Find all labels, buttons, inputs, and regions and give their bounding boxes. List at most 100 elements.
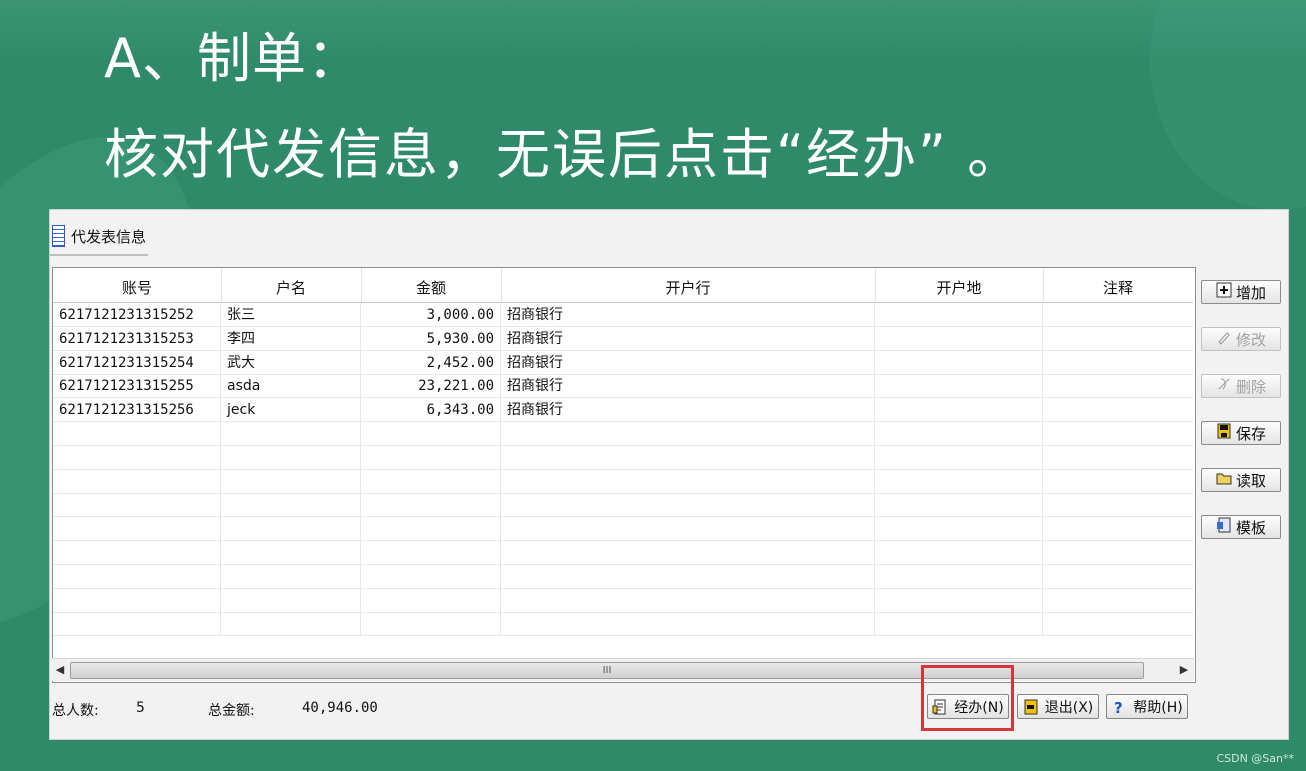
cell-note[interactable] xyxy=(1043,422,1193,445)
cell-bank[interactable]: 招商银行 xyxy=(501,326,875,350)
cell-location[interactable] xyxy=(875,493,1043,517)
cell-location[interactable] xyxy=(875,541,1043,564)
cell-amount[interactable] xyxy=(361,588,501,612)
cell-amount[interactable] xyxy=(361,422,501,445)
cell-location[interactable] xyxy=(875,398,1043,422)
cell-account[interactable] xyxy=(53,493,221,517)
cell-amount[interactable]: 5,930.00 xyxy=(361,326,501,350)
cell-account[interactable] xyxy=(53,612,221,636)
table-row[interactable]: 6217121231315255 asda 23,221.00 招商银行 xyxy=(53,374,1193,399)
cell-account[interactable] xyxy=(53,422,221,445)
empty-table-row[interactable] xyxy=(53,422,1193,446)
cell-amount[interactable]: 2,452.00 xyxy=(361,350,501,374)
cell-location[interactable] xyxy=(875,374,1043,398)
cell-bank[interactable] xyxy=(501,469,875,493)
table-row[interactable]: 6217121231315256 jeck 6,343.00 招商银行 xyxy=(53,398,1193,423)
cell-account[interactable] xyxy=(53,469,221,493)
table-row[interactable]: 6217121231315252 张三 3,000.00 招商银行 xyxy=(53,303,1193,327)
cell-location[interactable] xyxy=(875,422,1043,445)
cell-amount[interactable] xyxy=(361,517,501,541)
cell-account[interactable] xyxy=(53,564,221,588)
add-button[interactable]: 增加 xyxy=(1201,280,1281,304)
cell-note[interactable] xyxy=(1043,374,1193,397)
cell-name[interactable] xyxy=(221,469,361,493)
template-button[interactable]: 模板 xyxy=(1201,515,1281,539)
cell-name[interactable] xyxy=(221,541,361,564)
edit-button[interactable]: 修改 xyxy=(1201,327,1281,351)
cell-account[interactable]: 6217121231315254 xyxy=(53,350,221,374)
cell-amount[interactable]: 3,000.00 xyxy=(361,303,501,326)
cell-note[interactable] xyxy=(1043,327,1193,350)
cell-bank[interactable]: 招商银行 xyxy=(501,350,875,374)
cell-account[interactable]: 6217121231315256 xyxy=(53,398,221,422)
cell-name[interactable]: jeck xyxy=(221,398,361,422)
cell-amount[interactable] xyxy=(361,541,501,564)
cell-name[interactable] xyxy=(221,564,361,588)
cell-amount[interactable] xyxy=(361,564,501,588)
empty-table-row[interactable] xyxy=(53,445,1193,470)
cell-bank[interactable]: 招商银行 xyxy=(501,303,875,326)
cell-bank[interactable] xyxy=(501,541,875,564)
cell-name[interactable] xyxy=(221,612,361,636)
cell-name[interactable] xyxy=(221,517,361,541)
cell-name[interactable]: 李四 xyxy=(221,326,361,350)
cell-amount[interactable]: 23,221.00 xyxy=(361,374,501,398)
exit-button[interactable]: 退出(X) xyxy=(1017,694,1099,719)
horizontal-scrollbar[interactable]: ◀ III ▶ xyxy=(52,658,1194,681)
delete-button[interactable]: 删除 xyxy=(1201,374,1281,398)
cell-location[interactable] xyxy=(875,445,1043,469)
cell-bank[interactable] xyxy=(501,422,875,445)
cell-amount[interactable] xyxy=(361,493,501,517)
cell-note[interactable] xyxy=(1043,565,1193,588)
cell-note[interactable] xyxy=(1043,541,1193,564)
cell-account[interactable] xyxy=(53,445,221,469)
cell-note[interactable] xyxy=(1043,446,1193,469)
save-button[interactable]: 保存 xyxy=(1201,421,1281,445)
cell-note[interactable] xyxy=(1043,470,1193,493)
scroll-left-icon[interactable]: ◀ xyxy=(52,659,68,681)
cell-note[interactable] xyxy=(1043,589,1193,612)
cell-account[interactable]: 6217121231315255 xyxy=(53,374,221,398)
cell-account[interactable]: 6217121231315252 xyxy=(53,303,221,326)
column-header-location[interactable]: 开户地 xyxy=(875,268,1044,302)
cell-location[interactable] xyxy=(875,469,1043,493)
cell-bank[interactable] xyxy=(501,588,875,612)
empty-table-row[interactable] xyxy=(53,588,1193,613)
cell-bank[interactable] xyxy=(501,517,875,541)
cell-account[interactable]: 6217121231315253 xyxy=(53,326,221,350)
cell-location[interactable] xyxy=(875,612,1043,636)
cell-location[interactable] xyxy=(875,588,1043,612)
cell-note[interactable] xyxy=(1043,303,1193,326)
column-header-bank[interactable]: 开户行 xyxy=(501,268,876,302)
column-header-name[interactable]: 户名 xyxy=(221,268,362,302)
column-header-amount[interactable]: 金额 xyxy=(361,268,502,302)
empty-table-row[interactable] xyxy=(53,564,1193,589)
cell-bank[interactable] xyxy=(501,445,875,469)
cell-amount[interactable]: 6,343.00 xyxy=(361,398,501,422)
cell-bank[interactable]: 招商银行 xyxy=(501,398,875,422)
cell-name[interactable] xyxy=(221,588,361,612)
column-header-account[interactable]: 账号 xyxy=(53,268,222,302)
help-button[interactable]: ? 帮助(H) xyxy=(1106,694,1188,719)
folder-button[interactable]: 读取 xyxy=(1201,468,1281,492)
cell-bank[interactable]: 招商银行 xyxy=(501,374,875,398)
empty-table-row[interactable] xyxy=(53,493,1193,518)
cell-location[interactable] xyxy=(875,326,1043,350)
cell-amount[interactable] xyxy=(361,445,501,469)
empty-table-row[interactable] xyxy=(53,469,1193,494)
cell-account[interactable] xyxy=(53,517,221,541)
cell-amount[interactable] xyxy=(361,469,501,493)
cell-note[interactable] xyxy=(1043,612,1193,635)
cell-note[interactable] xyxy=(1043,517,1193,540)
cell-note[interactable] xyxy=(1043,351,1193,374)
cell-location[interactable] xyxy=(875,303,1043,326)
cell-bank[interactable] xyxy=(501,493,875,517)
cell-location[interactable] xyxy=(875,517,1043,541)
column-header-note[interactable]: 注释 xyxy=(1043,268,1193,302)
cell-location[interactable] xyxy=(875,350,1043,374)
cell-account[interactable] xyxy=(53,588,221,612)
table-row[interactable]: 6217121231315253 李四 5,930.00 招商银行 xyxy=(53,326,1193,351)
cell-name[interactable]: 张三 xyxy=(221,303,361,326)
cell-name[interactable] xyxy=(221,493,361,517)
cell-note[interactable] xyxy=(1043,493,1193,516)
